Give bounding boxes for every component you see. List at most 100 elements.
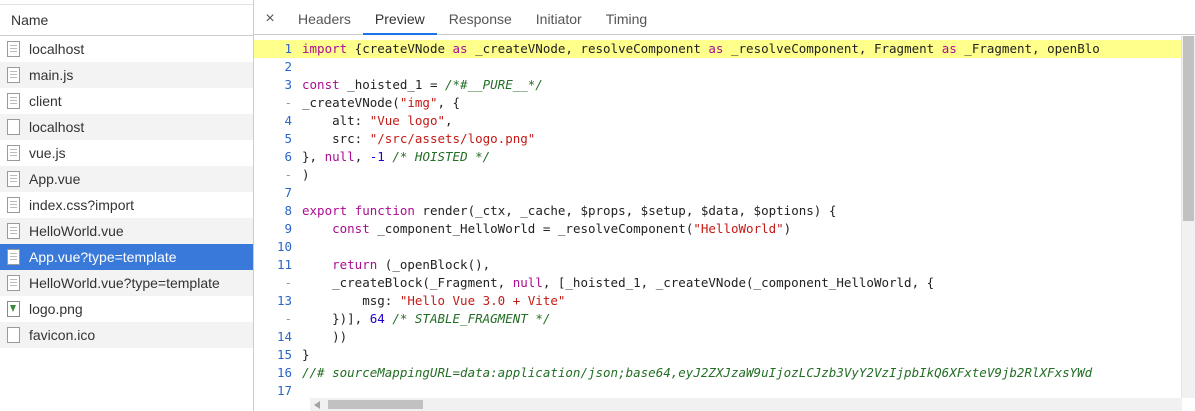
line-number: 15: [276, 347, 292, 362]
request-name: index.css?import: [29, 197, 135, 213]
line-number: -: [284, 95, 292, 110]
line-number: 10: [276, 239, 292, 254]
line-number: -: [284, 167, 292, 182]
code-line: 15}: [254, 346, 1182, 364]
code-text: src: "/src/assets/logo.png": [302, 131, 536, 146]
request-row[interactable]: App.vue: [0, 166, 253, 192]
code-line: 9 const _component_HelloWorld = _resolve…: [254, 220, 1182, 238]
request-name: App.vue: [29, 171, 81, 187]
request-name: main.js: [29, 67, 74, 83]
code-text: _createBlock(_Fragment, null, [_hoisted_…: [302, 275, 935, 290]
request-name: HelloWorld.vue: [29, 223, 124, 239]
code-line: 1 import {createVNode as _createVNode, re…: [254, 40, 1182, 58]
code-text: const _hoisted_1 = /*#__PURE__*/: [302, 77, 543, 92]
tab-timing[interactable]: Timing: [594, 4, 660, 34]
detail-tabs: × Headers Preview Response Initiator Timing: [254, 4, 1195, 35]
preview-code-view[interactable]: 1 import {createVNode as _createVNode, re…: [254, 40, 1182, 398]
code-text: //# sourceMappingURL=data:application/js…: [302, 365, 1093, 380]
blank-file-icon: [7, 119, 20, 135]
code-text: const _component_HelloWorld = _resolveCo…: [332, 221, 792, 236]
document-icon: [7, 67, 20, 83]
code-text: import {createVNode as _createVNode, res…: [302, 41, 1100, 56]
code-text: })], 64 /* STABLE_FRAGMENT */: [302, 311, 551, 326]
code-line: 16 //# sourceMappingURL=data:application/…: [254, 364, 1182, 382]
blank-file-icon: [7, 327, 20, 343]
document-icon: [7, 249, 20, 265]
line-number: 17: [276, 383, 292, 398]
request-name: HelloWorld.vue?type=template: [29, 275, 220, 291]
request-row[interactable]: index.css?import: [0, 192, 253, 218]
request-row[interactable]: HelloWorld.vue?type=template: [0, 270, 253, 296]
code-text: export function render(_ctx, _cache, $pr…: [302, 203, 837, 218]
devtools-network-panel: Name localhost main.js client localhost vue.…: [0, 0, 1195, 411]
line-number: 4: [284, 113, 292, 128]
horizontal-scrollbar[interactable]: [310, 398, 1182, 411]
code-line: 7: [254, 184, 1182, 202]
document-icon: [7, 275, 20, 291]
code-line: 13 msg: "Hello Vue 3.0 + Vite": [254, 292, 1182, 310]
line-number: 8: [284, 203, 292, 218]
request-list: localhost main.js client localhost vue.js App…: [0, 36, 253, 348]
code-text: )): [302, 329, 348, 344]
request-name: favicon.ico: [29, 327, 96, 343]
request-row[interactable]: logo.png: [0, 296, 253, 322]
code-line: - })], 64 /* STABLE_FRAGMENT */: [254, 310, 1182, 328]
tab-response[interactable]: Response: [437, 4, 524, 34]
document-icon: [7, 223, 20, 239]
request-row[interactable]: localhost: [0, 114, 253, 140]
code-line: -): [254, 166, 1182, 184]
vertical-scrollbar[interactable]: [1181, 36, 1195, 398]
line-number: 14: [276, 329, 292, 344]
line-number: 6: [284, 149, 292, 164]
document-icon: [7, 41, 20, 57]
tab-preview[interactable]: Preview: [362, 4, 437, 35]
code-text: alt: "Vue logo",: [302, 113, 453, 128]
name-column-header[interactable]: Name: [0, 5, 253, 36]
request-row[interactable]: vue.js: [0, 140, 253, 166]
document-icon: [7, 197, 20, 213]
code-text: msg: "Hello Vue 3.0 + Vite": [302, 293, 566, 308]
code-line: 3 const _hoisted_1 = /*#__PURE__*/: [254, 76, 1182, 94]
close-icon[interactable]: ×: [254, 4, 286, 34]
tab-initiator[interactable]: Initiator: [524, 4, 594, 34]
vertical-scroll-thumb[interactable]: [1183, 36, 1194, 221]
document-icon: [7, 145, 20, 161]
code-line: 17: [254, 382, 1182, 398]
request-name: client: [29, 93, 62, 109]
scroll-left-arrow-icon[interactable]: [314, 401, 320, 409]
request-row[interactable]: App.vue?type=template: [0, 244, 253, 270]
request-row[interactable]: client: [0, 88, 253, 114]
request-name: localhost: [29, 41, 85, 57]
line-number: 1: [284, 41, 292, 56]
line-number: 7: [284, 185, 292, 200]
request-row[interactable]: localhost: [0, 36, 253, 62]
tab-headers[interactable]: Headers: [286, 4, 363, 34]
request-row[interactable]: favicon.ico: [0, 322, 253, 348]
line-number: 9: [284, 221, 292, 236]
request-row[interactable]: main.js: [0, 62, 253, 88]
code-line: 14 )): [254, 328, 1182, 346]
code-text: ): [302, 167, 310, 182]
code-line: 4 alt: "Vue logo",: [254, 112, 1182, 130]
request-name: App.vue?type=template: [29, 249, 177, 265]
code-line: 10: [254, 238, 1182, 256]
code-line: - _createBlock(_Fragment, null, [_hoiste…: [254, 274, 1182, 292]
code-text: return (_openBlock(),: [332, 257, 491, 272]
line-number: -: [284, 275, 292, 290]
document-icon: [7, 171, 20, 187]
code-line: 6}, null, -1 /* HOISTED */: [254, 148, 1182, 166]
line-number: 5: [284, 131, 292, 146]
code-text: _createVNode("img", {: [302, 95, 461, 110]
line-number: 3: [284, 77, 292, 92]
line-number: 16: [276, 365, 292, 380]
code-line: - _createVNode("img", {: [254, 94, 1182, 112]
line-number: 11: [276, 257, 292, 272]
line-number: -: [284, 311, 292, 326]
code-line: 11 return (_openBlock(),: [254, 256, 1182, 274]
horizontal-scroll-thumb[interactable]: [328, 400, 423, 409]
code-line: 5 src: "/src/assets/logo.png": [254, 130, 1182, 148]
line-number: 13: [276, 293, 292, 308]
request-name: vue.js: [29, 145, 66, 161]
request-row[interactable]: HelloWorld.vue: [0, 218, 253, 244]
request-detail-panel: × Headers Preview Response Initiator Timing …: [254, 0, 1195, 411]
